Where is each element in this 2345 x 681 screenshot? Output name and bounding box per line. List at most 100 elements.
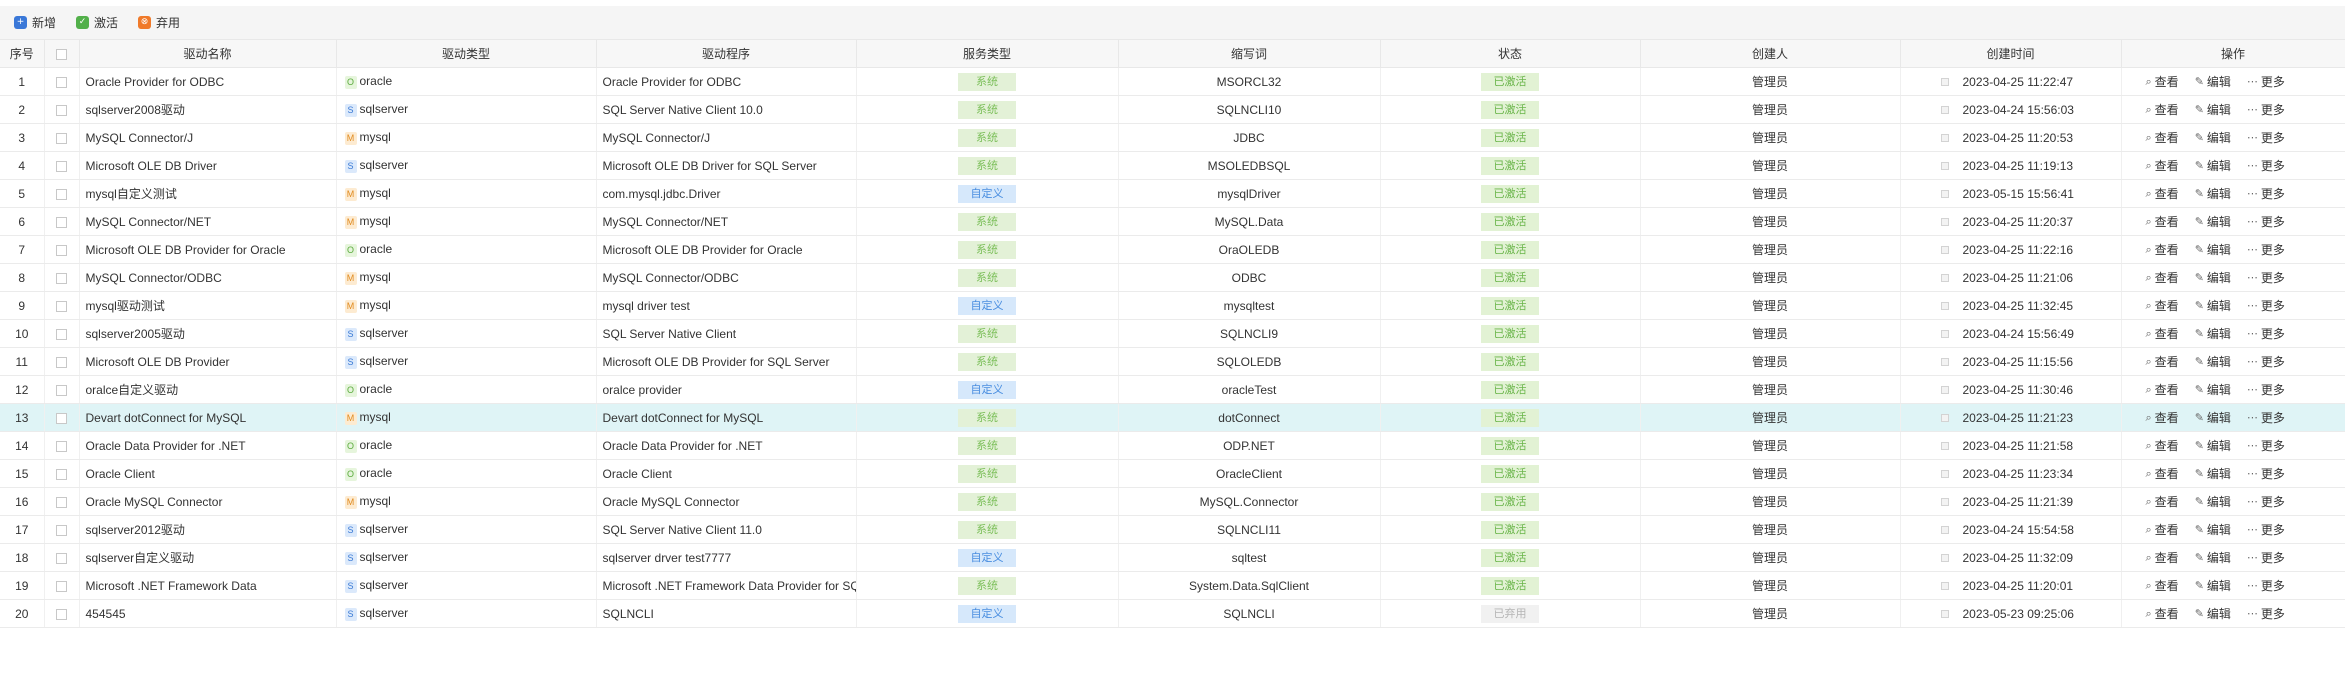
row-checkbox[interactable] xyxy=(56,216,67,228)
col-driver-program-header[interactable]: 驱动程序 xyxy=(596,40,857,68)
row-checkbox[interactable] xyxy=(56,608,67,620)
col-driver-type-header[interactable]: 驱动类型 xyxy=(336,40,597,68)
row-checkbox[interactable] xyxy=(56,440,67,452)
edit-button[interactable]: ✎ 编辑 xyxy=(2195,353,2231,370)
row-checkbox[interactable] xyxy=(56,524,67,536)
more-button[interactable]: ⋯ 更多 xyxy=(2247,101,2285,118)
more-button[interactable]: ⋯ 更多 xyxy=(2247,269,2285,286)
edit-button[interactable]: ✎ 编辑 xyxy=(2195,381,2231,398)
table-row[interactable]: 13 Devart dotConnect for MySQL Mmysql Devar… xyxy=(0,403,2345,432)
row-checkbox[interactable] xyxy=(56,76,67,88)
view-button[interactable]: ⌕ 查看 xyxy=(2146,213,2179,230)
view-button[interactable]: ⌕ 查看 xyxy=(2146,465,2179,482)
view-button[interactable]: ⌕ 查看 xyxy=(2146,353,2179,370)
table-row[interactable]: 8 MySQL Connector/ODBC Mmysql MySQL Connect… xyxy=(0,263,2345,292)
table-row[interactable]: 17 sqlserver2012驱动 Ssqlserver SQL Server Na… xyxy=(0,515,2345,544)
more-button[interactable]: ⋯ 更多 xyxy=(2247,521,2285,538)
row-checkbox[interactable] xyxy=(56,132,67,144)
view-button[interactable]: ⌕ 查看 xyxy=(2146,269,2179,286)
edit-button[interactable]: ✎ 编辑 xyxy=(2195,521,2231,538)
table-row[interactable]: 2 sqlserver2008驱动 Ssqlserver SQL Server Nat… xyxy=(0,95,2345,124)
table-row[interactable]: 10 sqlserver2005驱动 Ssqlserver SQL Server Na… xyxy=(0,319,2345,348)
view-button[interactable]: ⌕ 查看 xyxy=(2146,129,2179,146)
more-button[interactable]: ⋯ 更多 xyxy=(2247,437,2285,454)
table-row[interactable]: 7 Microsoft OLE DB Provider for Oracle Oor… xyxy=(0,235,2345,264)
row-checkbox[interactable] xyxy=(56,104,67,116)
more-button[interactable]: ⋯ 更多 xyxy=(2247,213,2285,230)
table-row[interactable]: 12 oralce自定义驱动 Ooracle oralce provider 自定义 or… xyxy=(0,375,2345,404)
col-create-time-header[interactable]: 创建时间 xyxy=(1900,40,2122,68)
row-checkbox[interactable] xyxy=(56,552,67,564)
col-creator-header[interactable]: 创建人 xyxy=(1640,40,1901,68)
view-button[interactable]: ⌕ 查看 xyxy=(2146,409,2179,426)
edit-button[interactable]: ✎ 编辑 xyxy=(2195,437,2231,454)
more-button[interactable]: ⋯ 更多 xyxy=(2247,129,2285,146)
toolbar-button-trash[interactable]: ⊗ 弃用 xyxy=(138,14,180,31)
row-checkbox[interactable] xyxy=(56,384,67,396)
col-abbr-header[interactable]: 缩写词 xyxy=(1118,40,1381,68)
toolbar-button-check[interactable]: ✓ 激活 xyxy=(76,14,118,31)
row-checkbox[interactable] xyxy=(56,412,67,424)
edit-button[interactable]: ✎ 编辑 xyxy=(2195,185,2231,202)
more-button[interactable]: ⋯ 更多 xyxy=(2247,185,2285,202)
edit-button[interactable]: ✎ 编辑 xyxy=(2195,73,2231,90)
row-checkbox[interactable] xyxy=(56,300,67,312)
edit-button[interactable]: ✎ 编辑 xyxy=(2195,577,2231,594)
edit-button[interactable]: ✎ 编辑 xyxy=(2195,465,2231,482)
row-checkbox[interactable] xyxy=(56,468,67,480)
view-button[interactable]: ⌕ 查看 xyxy=(2146,73,2179,90)
table-row[interactable]: 3 MySQL Connector/J Mmysql MySQL Connector/… xyxy=(0,123,2345,152)
more-button[interactable]: ⋯ 更多 xyxy=(2247,409,2285,426)
col-index-header[interactable]: 序号 xyxy=(0,40,45,68)
edit-button[interactable]: ✎ 编辑 xyxy=(2195,325,2231,342)
more-button[interactable]: ⋯ 更多 xyxy=(2247,381,2285,398)
view-button[interactable]: ⌕ 查看 xyxy=(2146,521,2179,538)
edit-button[interactable]: ✎ 编辑 xyxy=(2195,129,2231,146)
row-checkbox[interactable] xyxy=(56,356,67,368)
view-button[interactable]: ⌕ 查看 xyxy=(2146,549,2179,566)
edit-button[interactable]: ✎ 编辑 xyxy=(2195,605,2231,622)
table-row[interactable]: 18 sqlserver自定义驱动 Ssqlserver sqlserver drve… xyxy=(0,543,2345,572)
row-checkbox[interactable] xyxy=(56,160,67,172)
table-row[interactable]: 4 Microsoft OLE DB Driver Ssqlserver Micros… xyxy=(0,151,2345,180)
edit-button[interactable]: ✎ 编辑 xyxy=(2195,241,2231,258)
row-checkbox[interactable] xyxy=(56,244,67,256)
table-row[interactable]: 15 Oracle Client Ooracle Oracle Client 系统 Ora… xyxy=(0,459,2345,488)
edit-button[interactable]: ✎ 编辑 xyxy=(2195,101,2231,118)
more-button[interactable]: ⋯ 更多 xyxy=(2247,325,2285,342)
col-status-header[interactable]: 状态 xyxy=(1380,40,1641,68)
more-button[interactable]: ⋯ 更多 xyxy=(2247,353,2285,370)
edit-button[interactable]: ✎ 编辑 xyxy=(2195,269,2231,286)
view-button[interactable]: ⌕ 查看 xyxy=(2146,157,2179,174)
view-button[interactable]: ⌕ 查看 xyxy=(2146,241,2179,258)
row-checkbox[interactable] xyxy=(56,188,67,200)
view-button[interactable]: ⌕ 查看 xyxy=(2146,437,2179,454)
more-button[interactable]: ⋯ 更多 xyxy=(2247,577,2285,594)
table-row[interactable]: 14 Oracle Data Provider for .NET Ooracle Or… xyxy=(0,431,2345,460)
view-button[interactable]: ⌕ 查看 xyxy=(2146,297,2179,314)
view-button[interactable]: ⌕ 查看 xyxy=(2146,605,2179,622)
table-row[interactable]: 5 mysql自定义测试 Mmysql com.mysql.jdbc.Driver 自定… xyxy=(0,179,2345,208)
row-checkbox[interactable] xyxy=(56,496,67,508)
more-button[interactable]: ⋯ 更多 xyxy=(2247,605,2285,622)
view-button[interactable]: ⌕ 查看 xyxy=(2146,101,2179,118)
table-row[interactable]: 16 Oracle MySQL Connector Mmysql Oracle MyS… xyxy=(0,487,2345,516)
more-button[interactable]: ⋯ 更多 xyxy=(2247,73,2285,90)
more-button[interactable]: ⋯ 更多 xyxy=(2247,297,2285,314)
table-row[interactable]: 1 Oracle Provider for ODBC Ooracle Oracle P… xyxy=(0,67,2345,96)
row-checkbox[interactable] xyxy=(56,272,67,284)
more-button[interactable]: ⋯ 更多 xyxy=(2247,493,2285,510)
view-button[interactable]: ⌕ 查看 xyxy=(2146,493,2179,510)
view-button[interactable]: ⌕ 查看 xyxy=(2146,325,2179,342)
table-row[interactable]: 20 454545 Ssqlserver SQLNCLI 自定义 SQLNCLI 已弃用 管理… xyxy=(0,599,2345,628)
view-button[interactable]: ⌕ 查看 xyxy=(2146,381,2179,398)
more-button[interactable]: ⋯ 更多 xyxy=(2247,549,2285,566)
toolbar-button-plus[interactable]: + 新增 xyxy=(14,14,56,31)
col-service-type-header[interactable]: 服务类型 xyxy=(856,40,1119,68)
table-row[interactable]: 19 Microsoft .NET Framework Data Ssqlserve… xyxy=(0,571,2345,600)
table-row[interactable]: 9 mysql驱动测试 Mmysql mysql driver test 自定义 mysq… xyxy=(0,291,2345,320)
edit-button[interactable]: ✎ 编辑 xyxy=(2195,297,2231,314)
table-row[interactable]: 11 Microsoft OLE DB Provider Ssqlserver Mic… xyxy=(0,347,2345,376)
edit-button[interactable]: ✎ 编辑 xyxy=(2195,213,2231,230)
edit-button[interactable]: ✎ 编辑 xyxy=(2195,549,2231,566)
